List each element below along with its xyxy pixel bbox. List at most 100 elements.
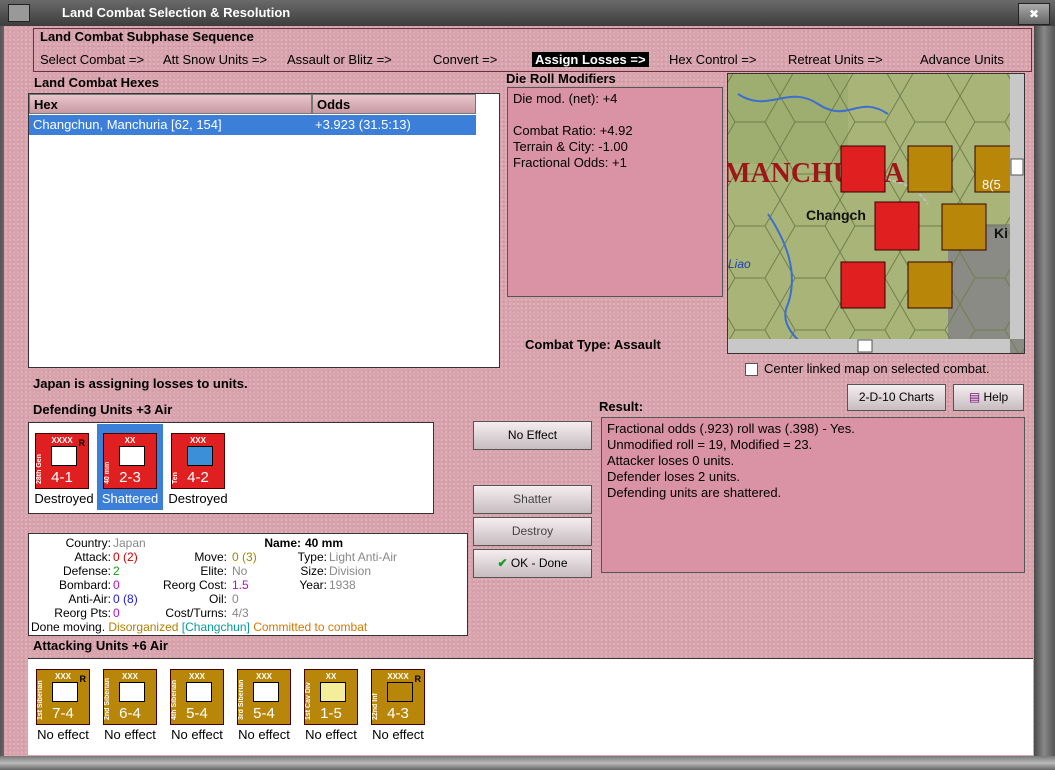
combat-hexes-title: Land Combat Hexes xyxy=(34,75,159,90)
attacker-counter-1[interactable]: XXX 1st Siberian R 7-4 xyxy=(36,669,90,725)
map-counter-japan-1[interactable] xyxy=(840,145,886,193)
map-counter-soviet-3[interactable] xyxy=(941,203,987,251)
help-button[interactable]: ▤ Help xyxy=(953,384,1024,411)
unit-info-panel: Country: Japan Attack: 0 (2) Defense: 2 … xyxy=(28,533,468,636)
anti-air-unit-icon xyxy=(119,446,145,466)
attacker-status-1: No effect xyxy=(37,727,89,742)
result-box: Fractional odds (.923) roll was (.398) -… xyxy=(601,417,1025,573)
info-reorg-pts: 0 xyxy=(113,606,120,620)
no-effect-button[interactable]: No Effect xyxy=(473,421,592,450)
shatter-button[interactable]: Shatter xyxy=(473,485,592,514)
map-counter-label: 8(5 xyxy=(982,177,1001,192)
defending-units-title: Defending Units +3 Air xyxy=(33,402,173,417)
info-country: Japan xyxy=(113,536,146,550)
charts-button[interactable]: 2-D-10 Charts xyxy=(847,384,946,411)
info-size: Division xyxy=(329,564,372,578)
linked-map[interactable]: MANCHURIA Changch Liao Ki 8(5 xyxy=(724,73,1025,354)
combat-ratio: Combat Ratio: +4.92 xyxy=(513,123,633,138)
subphase-title: Land Combat Subphase Sequence xyxy=(40,29,254,44)
die-roll-modifiers-title: Die Roll Modifiers xyxy=(506,71,616,86)
info-move: 0 (3) xyxy=(232,550,257,564)
defender-status-2: Shattered xyxy=(101,491,159,506)
map-counter-japan-2[interactable] xyxy=(840,261,886,309)
close-button[interactable]: ✖ xyxy=(1018,3,1050,25)
attacker-status-6: No effect xyxy=(372,727,424,742)
terrain-city: Terrain & City: -1.00 xyxy=(513,139,628,154)
result-line-1: Fractional odds (.923) roll was (.398) -… xyxy=(607,421,855,436)
info-elite: No xyxy=(232,564,248,578)
result-line-2: Unmodified roll = 19, Modified = 23. xyxy=(607,437,813,452)
hex-cell: Changchun, Manchuria [62, 154] xyxy=(33,117,222,132)
die-mod-net: Die mod. (net): +4 xyxy=(513,91,618,106)
map-canvas[interactable]: MANCHURIA Changch Liao Ki 8(5 xyxy=(724,74,1024,354)
phase-convert: Convert => xyxy=(433,52,498,67)
defender-status-1: Destroyed xyxy=(34,491,94,506)
phase-hex-control: Hex Control => xyxy=(669,52,757,67)
attacker-counter-6[interactable]: XXXX 22nd Inf R 4-3 xyxy=(371,669,425,725)
phase-assign-losses: Assign Losses => xyxy=(532,52,649,67)
info-attack: 0 (2) xyxy=(113,550,138,564)
hq-unit-icon xyxy=(51,446,77,466)
info-name: 40 mm xyxy=(305,536,344,550)
info-type: Light Anti-Air xyxy=(329,550,398,564)
info-year: 1938 xyxy=(329,578,356,592)
attacker-status-5: No effect xyxy=(305,727,357,742)
map-counter-soviet-4[interactable] xyxy=(907,261,953,309)
attacker-status-4: No effect xyxy=(238,727,290,742)
marine-unit-icon xyxy=(187,446,213,466)
infantry-unit-icon xyxy=(253,682,279,702)
frame-bottom xyxy=(0,756,1055,770)
column-header-hex[interactable]: Hex xyxy=(29,94,312,114)
result-title: Result: xyxy=(599,399,644,414)
defender-counter-3[interactable]: XXX Ten 4-2 xyxy=(171,433,225,489)
map-counter-soviet-1[interactable] xyxy=(907,145,953,193)
attacker-counter-4[interactable]: XXX 3rd Siberian 5-4 xyxy=(237,669,291,725)
info-cost-turns: 4/3 xyxy=(232,606,249,620)
attacker-counter-5[interactable]: XX 1st Cav Div 1-5 xyxy=(304,669,358,725)
info-anti-air: 0 (8) xyxy=(113,592,138,606)
defending-units-box: XXXX 28th Gen R 4-1 Destroyed XX 40 mm 2… xyxy=(28,422,434,514)
result-line-3: Attacker loses 0 units. xyxy=(607,453,735,468)
column-header-odds[interactable]: Odds xyxy=(312,94,476,114)
result-line-4: Defender loses 2 units. xyxy=(607,469,740,484)
info-bombard: 0 xyxy=(113,578,120,592)
phase-att-snow: Att Snow Units => xyxy=(163,52,268,67)
map-counter-japan-selected[interactable] xyxy=(874,201,920,251)
combat-hexes-table[interactable]: Hex Odds Changchun, Manchuria [62, 154] … xyxy=(28,93,500,368)
cavalry-unit-icon xyxy=(320,682,346,702)
center-linked-label: Center linked map on selected combat. xyxy=(764,361,990,376)
map-edge-label: Ki xyxy=(994,225,1008,241)
odds-cell: +3.923 (31.5:13) xyxy=(315,117,411,132)
infantry-unit-icon xyxy=(119,682,145,702)
fractional-odds: Fractional Odds: +1 xyxy=(513,155,627,170)
status-line: Japan is assigning losses to units. xyxy=(33,376,248,391)
phase-retreat: Retreat Units => xyxy=(788,52,883,67)
infantry-unit-icon xyxy=(186,682,212,702)
attacker-status-3: No effect xyxy=(171,727,223,742)
map-river-label: Liao xyxy=(728,257,751,271)
attacking-units-box: XXX 1st Siberian R 7-4 No effect XXX 2nd… xyxy=(28,658,1033,755)
destroy-button[interactable]: Destroy xyxy=(473,517,592,546)
map-vscroll-thumb[interactable] xyxy=(1010,158,1024,176)
defender-counter-2[interactable]: XX 40 mm 2-3 xyxy=(103,433,157,489)
infantry-unit-icon xyxy=(52,682,78,702)
combat-type: Combat Type: Assault xyxy=(525,337,661,352)
info-reorg-cost: 1.5 xyxy=(232,578,249,592)
phase-assault-blitz: Assault or Blitz => xyxy=(287,52,392,67)
defender-counter-1[interactable]: XXXX 28th Gen R 4-1 xyxy=(35,433,89,489)
center-linked-checkbox-row[interactable]: Center linked map on selected combat. xyxy=(745,361,990,377)
info-defense: 2 xyxy=(113,564,120,578)
map-city-label: Changch xyxy=(806,207,866,223)
info-status-line: Done moving. Disorganized [Changchun] Co… xyxy=(31,620,368,634)
center-linked-checkbox[interactable] xyxy=(745,363,758,377)
frame-right xyxy=(1033,26,1055,770)
table-row[interactable]: Changchun, Manchuria [62, 154] +3.923 (3… xyxy=(29,115,476,135)
map-hscroll-thumb[interactable] xyxy=(857,339,873,353)
attacker-counter-2[interactable]: XXX 2nd Siberian 6-4 xyxy=(103,669,157,725)
attacker-counter-3[interactable]: XXX 4th Siberian 5-4 xyxy=(170,669,224,725)
map-vscrollbar[interactable] xyxy=(1010,74,1024,339)
ok-done-button[interactable]: ✔ OK - Done xyxy=(473,549,592,578)
check-icon: ✔ xyxy=(497,556,508,570)
result-line-5: Defending units are shattered. xyxy=(607,485,782,500)
window-menu-icon[interactable] xyxy=(8,4,30,22)
